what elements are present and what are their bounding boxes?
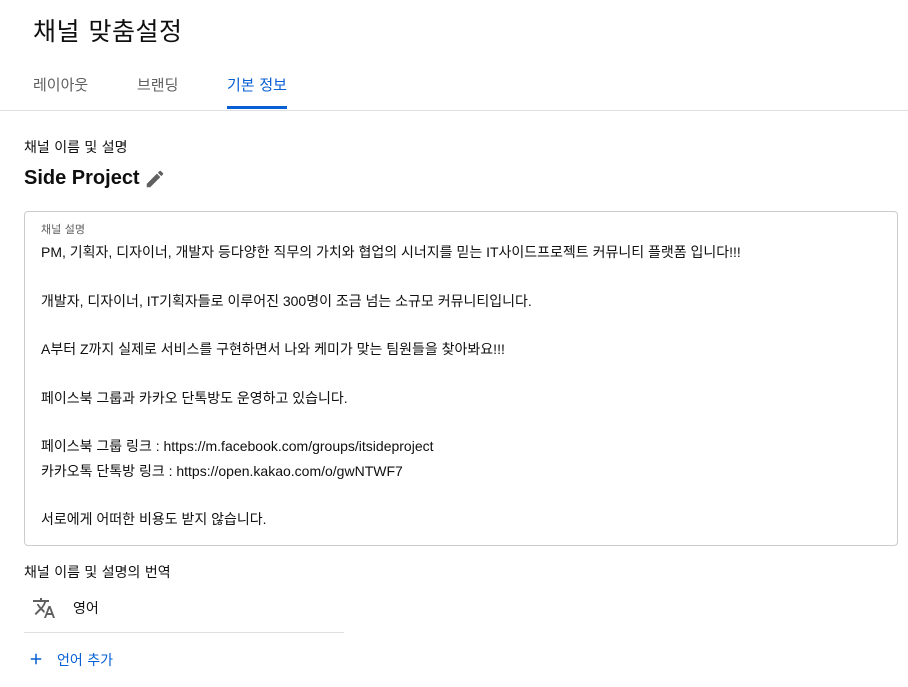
translation-section-label: 채널 이름 및 설명의 번역 xyxy=(24,565,171,581)
description-caption: 채널 설명 xyxy=(41,223,85,236)
language-row[interactable]: 영어 xyxy=(24,586,344,633)
tab-bar: 레이아웃 브랜딩 기본 정보 xyxy=(0,66,908,111)
page-title: 채널 맞춤설정 xyxy=(33,17,183,46)
add-language-label: 언어 추가 xyxy=(57,653,113,669)
tab-basic-info[interactable]: 기본 정보 xyxy=(227,74,287,109)
pencil-icon[interactable] xyxy=(144,168,166,190)
plus-icon xyxy=(30,653,42,665)
language-name: 영어 xyxy=(73,601,99,617)
translate-icon xyxy=(33,598,55,618)
tab-branding[interactable]: 브랜딩 xyxy=(137,74,178,109)
name-section-label: 채널 이름 및 설명 xyxy=(24,140,128,156)
description-field[interactable]: 채널 설명 PM, 기획자, 디자이너, 개발자 등다양한 직무의 가치와 협업… xyxy=(24,211,898,546)
description-text[interactable]: PM, 기획자, 디자이너, 개발자 등다양한 직무의 가치와 협업의 시너지를… xyxy=(41,240,881,532)
tab-layout[interactable]: 레이아웃 xyxy=(33,74,88,109)
channel-name: Side Project xyxy=(24,167,140,189)
